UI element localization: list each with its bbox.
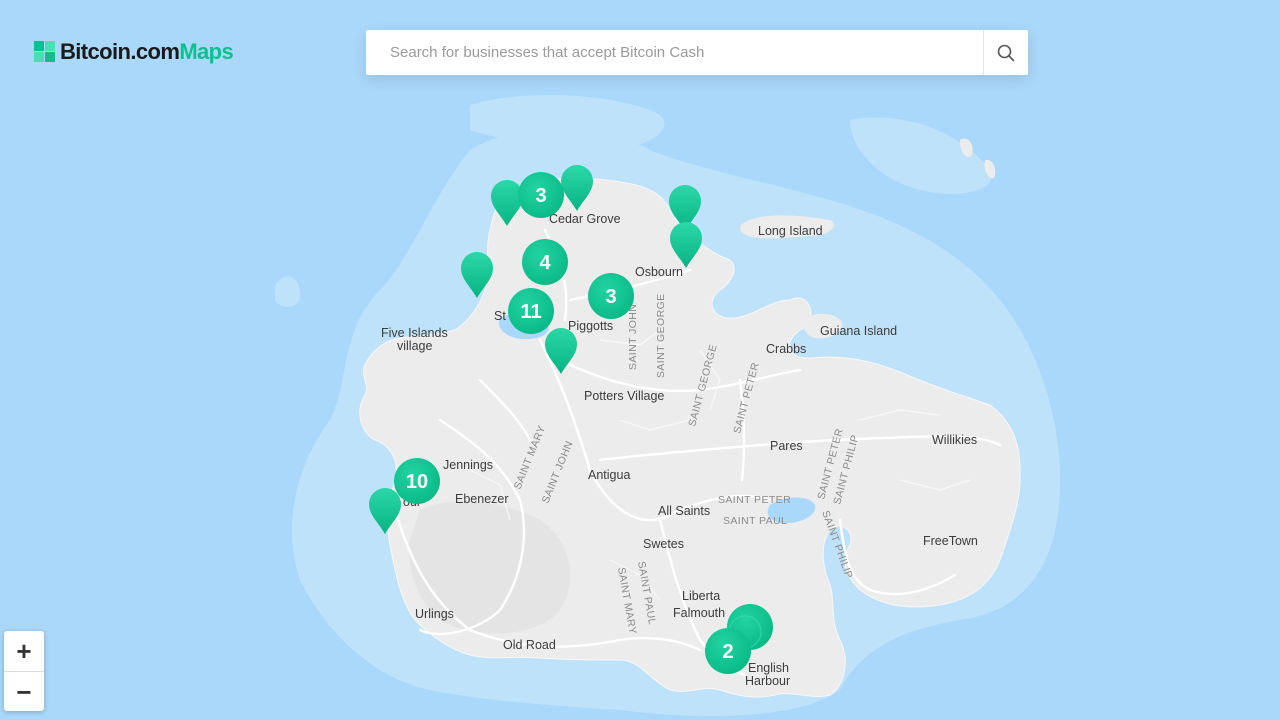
place-label: Potters Village [584, 389, 664, 403]
place-label: English [748, 661, 789, 675]
logo-mark-icon [34, 41, 56, 63]
place-label: Falmouth [673, 606, 725, 620]
place-label: Antigua [588, 468, 630, 482]
logo-text-accent: Maps [179, 39, 234, 64]
parish-label: SAINT JOHN [627, 304, 639, 370]
place-label: All Saints [658, 504, 710, 518]
place-label: Cedar Grove [549, 212, 621, 226]
parish-label: SAINT GEORGE [655, 293, 667, 378]
place-label: FreeTown [923, 534, 978, 548]
place-label: Ebenezer [455, 492, 509, 506]
cluster-count: 2 [722, 641, 733, 663]
zoom-control: + − [4, 631, 44, 711]
cluster-count: 3 [605, 286, 616, 308]
cluster-count: 11 [520, 301, 541, 323]
cluster-count: 4 [539, 252, 551, 274]
place-label: Jennings [443, 458, 493, 472]
parish-label: SAINT PETER [718, 494, 791, 506]
cluster-marker[interactable]: 3 [588, 273, 634, 319]
place-label: Urlings [415, 607, 454, 621]
reef-west [275, 276, 300, 307]
cluster-marker[interactable]: 4 [522, 239, 568, 285]
place-label: Crabbs [766, 342, 806, 356]
zoom-out-button[interactable]: − [4, 672, 44, 712]
place-label: Five Islands [381, 326, 448, 340]
cluster-marker[interactable]: 10 [394, 458, 440, 504]
parish-label: SAINT PAUL [723, 515, 787, 527]
place-label: Piggotts [568, 319, 613, 333]
zoom-in-button[interactable]: + [4, 631, 44, 672]
place-label: St [494, 309, 506, 323]
place-label: Osbourn [635, 265, 683, 279]
brand-logo[interactable]: Bitcoin.comMaps [34, 38, 234, 66]
cluster-marker[interactable]: 11 [508, 288, 554, 334]
cluster-marker[interactable]: 3 [518, 172, 564, 218]
logo-text: Bitcoin.comMaps [60, 39, 234, 65]
search-icon [997, 44, 1015, 61]
place-label: Long Island [758, 224, 823, 238]
place-label: Guiana Island [820, 324, 897, 338]
search-bar [366, 30, 1028, 75]
place-label: Swetes [643, 537, 684, 551]
logo-text-dark: Bitcoin.com [60, 39, 180, 64]
search-input[interactable] [366, 30, 983, 75]
place-label: Liberta [682, 589, 720, 603]
place-label: village [397, 339, 432, 353]
place-label: Old Road [503, 638, 556, 652]
map-canvas[interactable]: Cedar Grove Long Island Osbourn Five Isl… [0, 0, 1280, 720]
cluster-count: 10 [406, 471, 428, 493]
place-label: Willikies [932, 433, 977, 447]
place-label: Pares [770, 439, 803, 453]
search-button[interactable] [983, 30, 1028, 75]
cluster-count: 3 [535, 185, 546, 207]
place-label: Harbour [745, 674, 790, 688]
